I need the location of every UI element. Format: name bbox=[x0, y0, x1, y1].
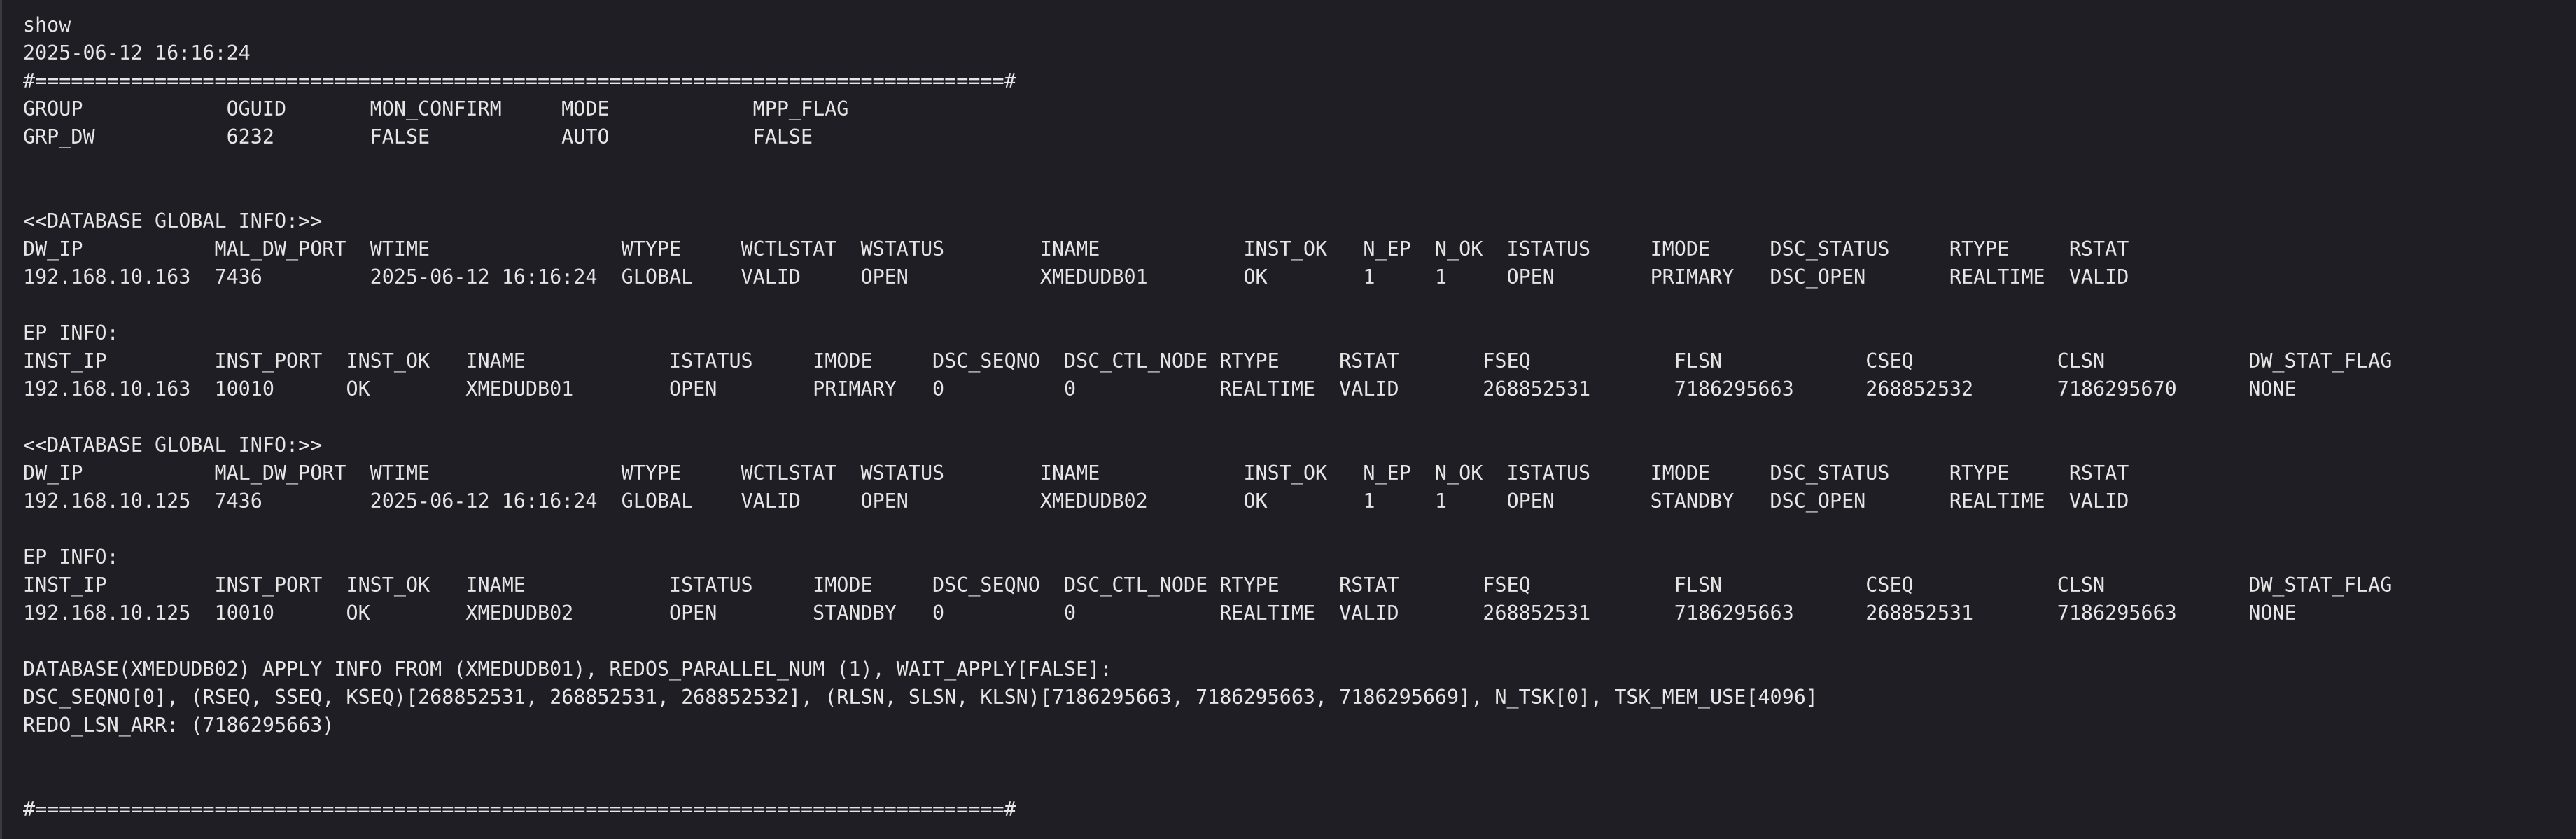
ep-info-title: EP INFO: bbox=[23, 546, 119, 569]
group-value-line: GRP_DW 6232 FALSE AUTO FALSE bbox=[23, 125, 813, 148]
db-global-info-title: <<DATABASE GLOBAL INFO:>> bbox=[23, 209, 323, 233]
separator-line: #=======================================… bbox=[23, 798, 1016, 821]
command-line: show bbox=[23, 13, 71, 36]
terminal-window[interactable]: show 2025-06-12 16:16:24 #==============… bbox=[0, 0, 2576, 839]
apply-info-line: DATABASE(XMEDUDB02) APPLY INFO FROM (XME… bbox=[23, 658, 1112, 681]
separator-line: #=======================================… bbox=[23, 69, 1016, 92]
timestamp-line: 2025-06-12 16:16:24 bbox=[23, 41, 251, 64]
ep-info-header-line: INST_IP INST_PORT INST_OK INAME ISTATUS … bbox=[23, 574, 2393, 597]
redo-lsn-line: REDO_LSN_ARR: (7186295663) bbox=[23, 714, 335, 737]
group-header-line: GROUP OGUID MON_CONFIRM MODE MPP_FLAG bbox=[23, 97, 849, 120]
ep-info-header-line: INST_IP INST_PORT INST_OK INAME ISTATUS … bbox=[23, 349, 2393, 373]
ep-info-title: EP INFO: bbox=[23, 321, 119, 345]
dsc-seqno-line: DSC_SEQNO[0], (RSEQ, SSEQ, KSEQ)[2688525… bbox=[23, 686, 1818, 709]
ep-info-row-line: 192.168.10.125 10010 OK XMEDUDB02 OPEN S… bbox=[23, 602, 2297, 625]
db-global-row-line: 192.168.10.125 7436 2025-06-12 16:16:24 … bbox=[23, 490, 2129, 513]
db-global-row-line: 192.168.10.163 7436 2025-06-12 16:16:24 … bbox=[23, 265, 2129, 289]
db-global-header-line: DW_IP MAL_DW_PORT WTIME WTYPE WCTLSTAT W… bbox=[23, 237, 2129, 261]
db-global-info-title: <<DATABASE GLOBAL INFO:>> bbox=[23, 434, 323, 457]
db-global-header-line: DW_IP MAL_DW_PORT WTIME WTYPE WCTLSTAT W… bbox=[23, 462, 2129, 485]
ep-info-row-line: 192.168.10.163 10010 OK XMEDUDB01 OPEN P… bbox=[23, 377, 2297, 401]
